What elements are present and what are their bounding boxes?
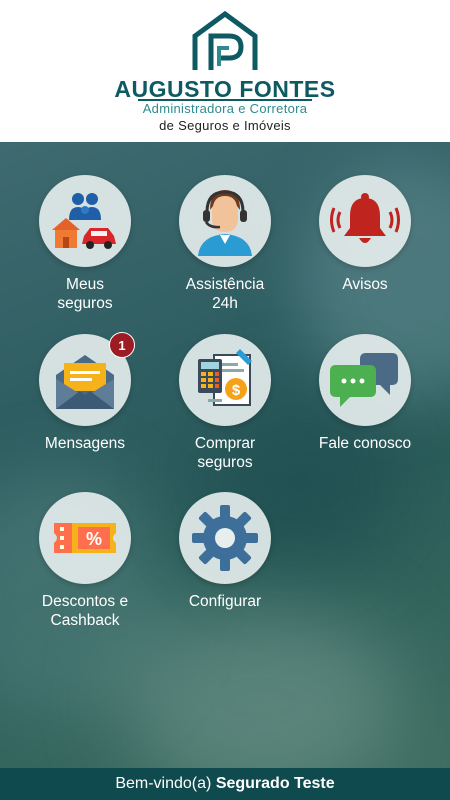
headset-agent-icon: [198, 190, 252, 256]
svg-text:%: %: [86, 529, 102, 549]
menu-item-configurar[interactable]: Configurar: [160, 492, 290, 611]
menu-item-avisos[interactable]: Avisos: [300, 175, 430, 294]
menu-item-fale-conosco[interactable]: Fale conosco: [300, 334, 430, 453]
menu-item-label: Comprar seguros: [194, 435, 256, 471]
menu-item-mensagens[interactable]: 1 Mensagens: [20, 332, 150, 453]
gear-icon: [192, 505, 258, 571]
brand-subtitle: Administradora e Corretora: [142, 101, 308, 116]
menu-item-comprar-seguros[interactable]: $ Comprar seguros: [160, 334, 290, 472]
brand-subtitle-2: de Seguros e Imóveis: [159, 118, 291, 133]
menu-item-label: Fale conosco: [318, 435, 412, 452]
user-name: Segurado Teste: [215, 775, 335, 792]
menu-item-label: Assistência 24h: [185, 276, 265, 312]
welcome-footer: Bem-vindo(a) Segurado Teste: [0, 768, 450, 800]
svg-text:$: $: [232, 382, 241, 399]
chat-bubbles-icon: [330, 353, 398, 407]
discount-ticket-icon: %: [54, 523, 116, 553]
menu-area: Meus seguros Assistência 24h Avisos 1 Me…: [0, 142, 450, 768]
menu-item-label: Descontos e Cashback: [41, 593, 129, 629]
menu-item-assistencia[interactable]: Assistência 24h: [160, 175, 290, 313]
calculator-document-icon: $: [198, 349, 252, 406]
envelope-icon: [56, 355, 114, 409]
app-header: AUGUSTO FONTES Administradora e Corretor…: [0, 0, 450, 142]
menu-item-label: Mensagens: [44, 435, 126, 452]
menu-item-label: Meus seguros: [57, 276, 113, 312]
menu-item-meus-seguros[interactable]: Meus seguros: [20, 175, 150, 313]
unread-badge: 1: [109, 332, 135, 358]
menu-item-descontos-cashback[interactable]: % Descontos e Cashback: [20, 492, 150, 630]
welcome-prefix: Bem-vindo(a): [115, 775, 212, 792]
menu-item-label: Avisos: [342, 276, 388, 293]
menu-item-label: Configurar: [188, 593, 262, 610]
logo-house-icon: [192, 10, 258, 70]
bell-icon: [330, 193, 400, 243]
family-house-car-icon: [52, 193, 116, 249]
